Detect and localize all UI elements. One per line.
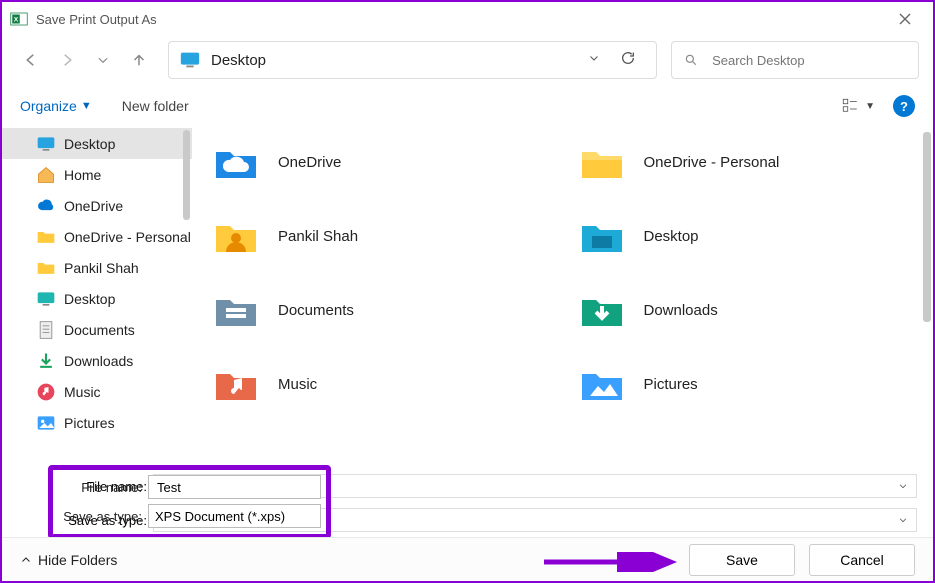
search-input[interactable] bbox=[671, 41, 919, 79]
highlight-annotation: File name: Save as type: XPS Document (*… bbox=[48, 465, 331, 539]
sidebar-item-label: Documents bbox=[64, 322, 135, 338]
forward-button[interactable] bbox=[52, 45, 82, 75]
desktop-folder-icon bbox=[578, 212, 626, 260]
search-icon bbox=[684, 52, 698, 68]
desktop-blue-icon bbox=[36, 134, 56, 154]
docs-folder-icon bbox=[212, 286, 260, 334]
close-icon bbox=[899, 13, 911, 25]
fields-area: File name: Save as type: File name: Save… bbox=[2, 463, 933, 537]
sidebar-item-label: Downloads bbox=[64, 353, 133, 369]
up-button[interactable] bbox=[124, 45, 154, 75]
window-title: Save Print Output As bbox=[36, 12, 157, 27]
folder-grid: OneDrive OneDrive - Personal Pankil Shah De… bbox=[192, 128, 933, 463]
excel-icon: X bbox=[10, 10, 28, 28]
folder-y-big-icon bbox=[578, 138, 626, 186]
sidebar-item-label: Pankil Shah bbox=[64, 260, 139, 276]
home-icon bbox=[36, 165, 56, 185]
titlebar: X Save Print Output As bbox=[2, 2, 933, 36]
save-type-label-inner: Save as type: bbox=[58, 509, 148, 524]
recent-button[interactable] bbox=[88, 45, 118, 75]
sidebar-item-music[interactable]: Music bbox=[2, 376, 192, 407]
search-field[interactable] bbox=[710, 52, 906, 69]
help-button[interactable]: ? bbox=[893, 95, 915, 117]
sidebar-item-documents[interactable]: Documents bbox=[2, 314, 192, 345]
close-button[interactable] bbox=[885, 4, 925, 34]
save-dialog: X Save Print Output As Desktop Organize … bbox=[0, 0, 935, 583]
toolbar: Organize ▼ New folder ▼ ? bbox=[2, 84, 933, 128]
hide-folders-button[interactable]: Hide Folders bbox=[20, 552, 117, 568]
folder-onedrive[interactable]: OneDrive bbox=[212, 138, 548, 186]
folder-y-icon bbox=[36, 227, 56, 247]
sidebar: Desktop Home OneDrive OneDrive - Personal Pa… bbox=[2, 128, 192, 463]
sidebar-item-label: Pictures bbox=[64, 415, 115, 431]
doc-icon bbox=[36, 320, 56, 340]
content-area: Desktop Home OneDrive OneDrive - Personal Pa… bbox=[2, 128, 933, 463]
address-bar[interactable]: Desktop bbox=[168, 41, 657, 79]
sidebar-item-label: Music bbox=[64, 384, 101, 400]
sidebar-item-onedrive-personal[interactable]: OneDrive - Personal bbox=[2, 221, 192, 252]
nav-row: Desktop bbox=[2, 36, 933, 84]
address-dropdown[interactable] bbox=[578, 51, 610, 69]
organize-dropdown-icon[interactable]: ▼ bbox=[81, 100, 92, 112]
sidebar-item-desktop[interactable]: Desktop bbox=[2, 128, 192, 159]
folder-label: OneDrive bbox=[278, 154, 341, 171]
file-name-label-inner: File name: bbox=[58, 480, 148, 495]
sidebar-item-label: Home bbox=[64, 167, 101, 183]
cancel-button[interactable]: Cancel bbox=[809, 544, 915, 576]
folder-y-icon bbox=[36, 258, 56, 278]
desktop-teal-icon bbox=[36, 289, 56, 309]
pictures-folder-icon bbox=[578, 360, 626, 408]
folder-downloads[interactable]: Downloads bbox=[578, 286, 914, 334]
sidebar-item-downloads[interactable]: Downloads bbox=[2, 345, 192, 376]
music-icon bbox=[36, 382, 56, 402]
folder-label: Pictures bbox=[644, 376, 698, 393]
address-location: Desktop bbox=[211, 52, 578, 69]
view-icon bbox=[841, 97, 859, 115]
folder-pankil-shah[interactable]: Pankil Shah bbox=[212, 212, 548, 260]
chevron-up-icon bbox=[20, 554, 32, 566]
download-icon bbox=[36, 351, 56, 371]
folder-label: Music bbox=[278, 376, 317, 393]
sidebar-item-home[interactable]: Home bbox=[2, 159, 192, 190]
folder-label: OneDrive - Personal bbox=[644, 154, 780, 171]
sidebar-item-label: Desktop bbox=[64, 136, 115, 152]
organize-button[interactable]: Organize bbox=[20, 98, 77, 114]
folder-label: Pankil Shah bbox=[278, 228, 358, 245]
grid-scrollbar[interactable] bbox=[923, 132, 931, 322]
folder-pictures[interactable]: Pictures bbox=[578, 360, 914, 408]
sidebar-item-pictures[interactable]: Pictures bbox=[2, 407, 192, 438]
back-button[interactable] bbox=[16, 45, 46, 75]
sidebar-item-label: Desktop bbox=[64, 291, 115, 307]
music-folder-icon bbox=[212, 360, 260, 408]
pictures-icon bbox=[36, 413, 56, 433]
refresh-button[interactable] bbox=[610, 50, 646, 71]
cloud-icon bbox=[36, 196, 56, 216]
sidebar-scrollbar[interactable] bbox=[183, 130, 190, 220]
sidebar-item-desktop[interactable]: Desktop bbox=[2, 283, 192, 314]
svg-text:X: X bbox=[14, 16, 19, 23]
save-type-input[interactable]: XPS Document (*.xps) bbox=[148, 504, 321, 528]
sidebar-item-pankil-shah[interactable]: Pankil Shah bbox=[2, 252, 192, 283]
user-folder-icon bbox=[212, 212, 260, 260]
onedrive-folder-icon bbox=[212, 138, 260, 186]
desktop-icon bbox=[179, 49, 201, 71]
footer: Hide Folders Save Cancel bbox=[2, 537, 933, 581]
folder-label: Desktop bbox=[644, 228, 699, 245]
folder-documents[interactable]: Documents bbox=[212, 286, 548, 334]
sidebar-item-onedrive[interactable]: OneDrive bbox=[2, 190, 192, 221]
downloads-folder-icon bbox=[578, 286, 626, 334]
folder-desktop[interactable]: Desktop bbox=[578, 212, 914, 260]
sidebar-item-label: OneDrive - Personal bbox=[64, 229, 191, 245]
arrow-annotation bbox=[542, 552, 682, 572]
folder-music[interactable]: Music bbox=[212, 360, 548, 408]
new-folder-button[interactable]: New folder bbox=[122, 98, 189, 114]
folder-label: Downloads bbox=[644, 302, 718, 319]
folder-label: Documents bbox=[278, 302, 354, 319]
file-name-input[interactable] bbox=[148, 475, 321, 499]
save-button[interactable]: Save bbox=[689, 544, 795, 576]
view-options-button[interactable]: ▼ bbox=[841, 97, 875, 115]
sidebar-item-label: OneDrive bbox=[64, 198, 123, 214]
folder-onedrive-personal[interactable]: OneDrive - Personal bbox=[578, 138, 914, 186]
